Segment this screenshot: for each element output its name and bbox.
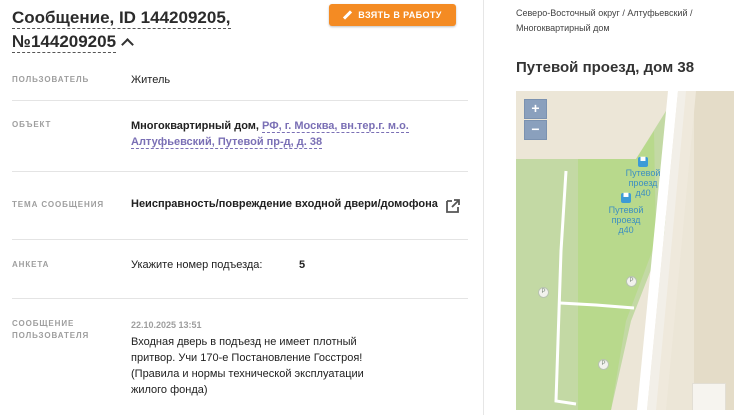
place-title: Путевой проезд, дом 38 <box>516 59 695 76</box>
object-label: ОБЪЕКТ <box>12 120 52 129</box>
title-line-2: №144209205 <box>12 32 117 53</box>
bus-stop-icon[interactable]: ▀ <box>638 157 648 167</box>
take-to-work-button[interactable]: ВЗЯТЬ В РАБОТУ <box>329 4 456 26</box>
map-canvas <box>516 91 734 410</box>
bus-stop-house: д40 <box>618 225 634 235</box>
message-date: 22.10.2025 13:51 <box>131 320 202 330</box>
topic-label: ТЕМА СООБЩЕНИЯ <box>12 200 105 209</box>
map-control[interactable] <box>692 383 726 410</box>
bus-stop-name: Путевой проезд <box>625 168 661 188</box>
message-label: СООБЩЕНИЕ ПОЛЬЗОВАТЕЛЯ <box>12 318 89 342</box>
message-label-line1: СООБЩЕНИЕ <box>12 319 75 328</box>
message-text: Входная дверь в подъезд не имеет плотный… <box>131 334 381 398</box>
divider <box>12 239 468 240</box>
parking-icon[interactable]: P <box>598 359 609 370</box>
take-to-work-label: ВЗЯТЬ В РАБОТУ <box>358 10 442 20</box>
bus-stop-name: Путевой проезд <box>608 205 644 225</box>
parking-icon[interactable]: P <box>626 276 637 287</box>
zoom-out-button[interactable]: − <box>524 120 547 140</box>
open-external-icon[interactable] <box>444 197 462 215</box>
title-line-1: Сообщение, ID 144209205, <box>12 8 231 29</box>
user-label: ПОЛЬЗОВАТЕЛЬ <box>12 75 90 84</box>
zoom-in-button[interactable]: + <box>524 99 547 119</box>
divider <box>12 298 468 299</box>
topic-value: Неисправность/повреждение входной двери/… <box>131 198 438 210</box>
page-title: Сообщение, ID 144209205, №144209205 <box>12 6 312 54</box>
chevron-up-icon[interactable] <box>121 38 134 51</box>
user-value: Житель <box>131 74 171 86</box>
breadcrumb-line1[interactable]: Северо-Восточный округ / Алтуфьевский / <box>516 8 692 18</box>
divider <box>12 171 468 172</box>
bus-stop-label-2[interactable]: Путевой проезд д40 <box>596 205 656 235</box>
survey-answer: 5 <box>299 259 306 271</box>
parking-icon[interactable]: P <box>538 287 549 298</box>
message-line: Входная дверь в подъезд не имеет плотный <box>131 336 357 348</box>
bus-stop-house: д40 <box>635 188 651 198</box>
object-value: Многоквартирный дом, РФ, г. Москва, вн.т… <box>131 118 421 150</box>
location-panel: Северо-Восточный округ / Алтуфьевский / … <box>484 0 734 415</box>
survey-label: АНКЕТА <box>12 260 50 269</box>
bus-stop-icon[interactable]: ▀ <box>621 193 631 203</box>
object-address-link-line1[interactable]: РФ, г. Москва, вн.тер.г. м.о. <box>262 120 409 133</box>
object-address-link-line2[interactable]: Алтуфьевский, Путевой пр-д, д. 38 <box>131 136 323 149</box>
message-details-panel: Сообщение, ID 144209205, №144209205 ВЗЯТ… <box>0 0 483 415</box>
breadcrumb: Северо-Восточный округ / Алтуфьевский / … <box>516 6 731 36</box>
survey-question: Укажите номер подъезда: <box>131 259 263 271</box>
divider <box>12 100 468 101</box>
message-line: притвор. Учи 170-е Постановление Госстро… <box>131 352 363 364</box>
map[interactable]: + − ▀ Путевой проезд д40 ▀ Путевой проез… <box>516 91 734 410</box>
message-label-line2: ПОЛЬЗОВАТЕЛЯ <box>12 331 90 340</box>
object-type: Многоквартирный дом, <box>131 120 259 132</box>
pencil-icon <box>343 11 352 20</box>
message-line: жилого фонда) <box>131 384 208 396</box>
message-line: (Правила и нормы технической эксплуатаци… <box>131 368 364 380</box>
breadcrumb-line2[interactable]: Многоквартирный дом <box>516 23 610 33</box>
